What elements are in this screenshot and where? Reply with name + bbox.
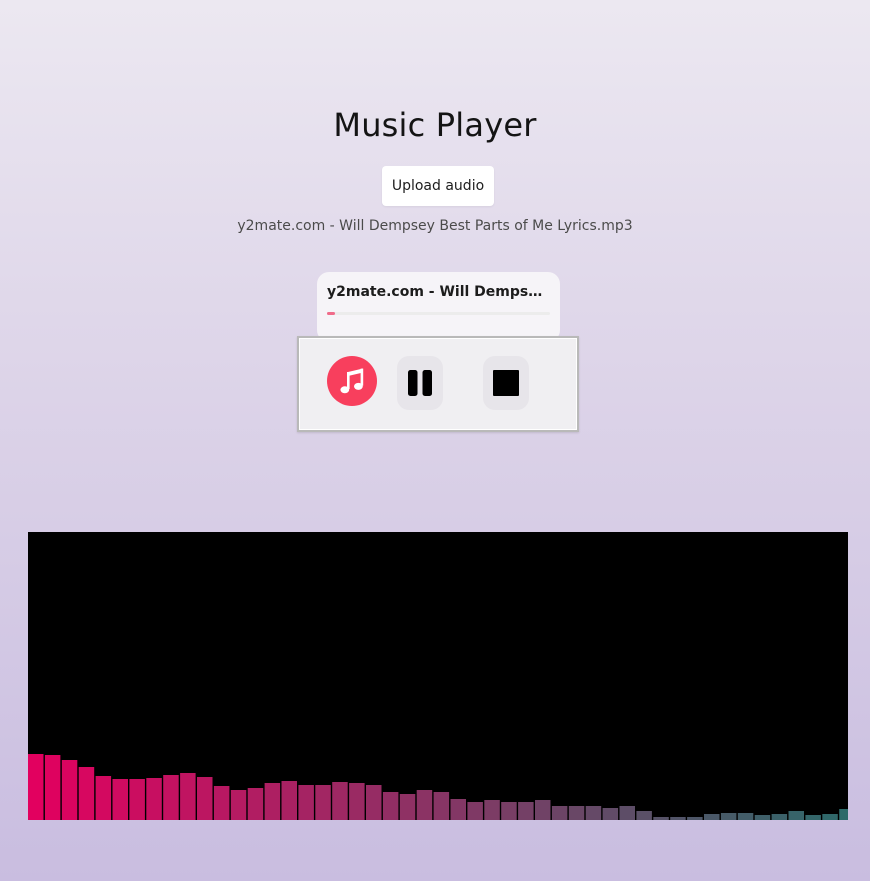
visualizer-bar	[501, 802, 517, 820]
visualizer-bar	[568, 806, 585, 820]
visualizer-bar	[484, 800, 500, 820]
visualizer-bar	[230, 790, 247, 820]
visualizer-bar	[670, 817, 686, 820]
visualizer-bar	[298, 785, 314, 820]
visualizer-bar	[281, 781, 297, 820]
track-title: y2mate.com - Will Dempsey Best Parts of …	[327, 284, 547, 300]
visualizer-bar	[349, 783, 365, 820]
visualizer-bar	[518, 802, 534, 820]
page-title: Music Player	[333, 106, 537, 144]
visualizer-bar	[636, 811, 652, 820]
visualizer-bar	[771, 814, 788, 820]
visualizer-bar	[416, 790, 433, 820]
visualizer-bar	[163, 775, 179, 820]
visualizer-bar	[112, 779, 128, 820]
visualizer-bar	[535, 800, 551, 820]
visualizer-bar	[822, 814, 838, 820]
visualizer-bar	[704, 814, 720, 820]
music-button[interactable]	[327, 356, 377, 406]
visualizer-bar	[653, 817, 669, 820]
progress-bar[interactable]	[327, 312, 550, 315]
visualizer-bar	[687, 817, 703, 820]
playback-controls	[297, 336, 579, 432]
visualizer-bar	[44, 755, 61, 820]
visualizer-bar	[839, 809, 848, 820]
visualizer-bar	[129, 779, 145, 820]
visualizer-bar	[450, 799, 466, 820]
visualizer-bar	[399, 794, 416, 820]
visualizer-bar	[585, 806, 602, 820]
pause-button[interactable]	[397, 356, 443, 410]
visualizer-bar	[213, 786, 230, 820]
visualizer-bar	[28, 754, 44, 820]
visualizer-bar	[720, 813, 737, 820]
visualizer-bar	[467, 802, 483, 820]
visualizer-bar	[619, 806, 635, 820]
pause-icon	[408, 370, 432, 396]
upload-audio-button[interactable]: Upload audio	[382, 166, 494, 206]
music-note-icon	[340, 368, 364, 394]
visualizer-bar	[180, 773, 196, 820]
visualizer-bar	[754, 815, 771, 820]
visualizer-bar	[95, 776, 112, 820]
visualizer-bar	[61, 760, 78, 820]
visualizer-bar	[788, 811, 804, 820]
visualizer-bars	[28, 754, 848, 820]
now-playing-card: y2mate.com - Will Dempsey Best Parts of …	[317, 272, 560, 342]
stop-icon	[493, 370, 519, 396]
visualizer-bar	[805, 815, 821, 820]
visualizer-bar	[78, 767, 95, 820]
visualizer-bar	[315, 785, 331, 820]
visualizer-bar	[366, 785, 382, 820]
selected-file-name: y2mate.com - Will Dempsey Best Parts of …	[237, 218, 633, 234]
progress-fill	[327, 312, 335, 315]
visualizer-bar	[602, 808, 619, 820]
visualizer-bar	[737, 813, 754, 820]
visualizer-bar	[264, 783, 281, 820]
stop-button[interactable]	[483, 356, 529, 410]
visualizer-bar	[382, 792, 399, 820]
visualizer-bar	[433, 792, 450, 820]
visualizer-bar	[332, 782, 348, 820]
visualizer-bar	[551, 806, 568, 820]
visualizer-bar	[247, 788, 264, 820]
visualizer-bar	[197, 777, 213, 820]
audio-visualizer	[28, 532, 848, 820]
visualizer-bar	[146, 778, 162, 820]
